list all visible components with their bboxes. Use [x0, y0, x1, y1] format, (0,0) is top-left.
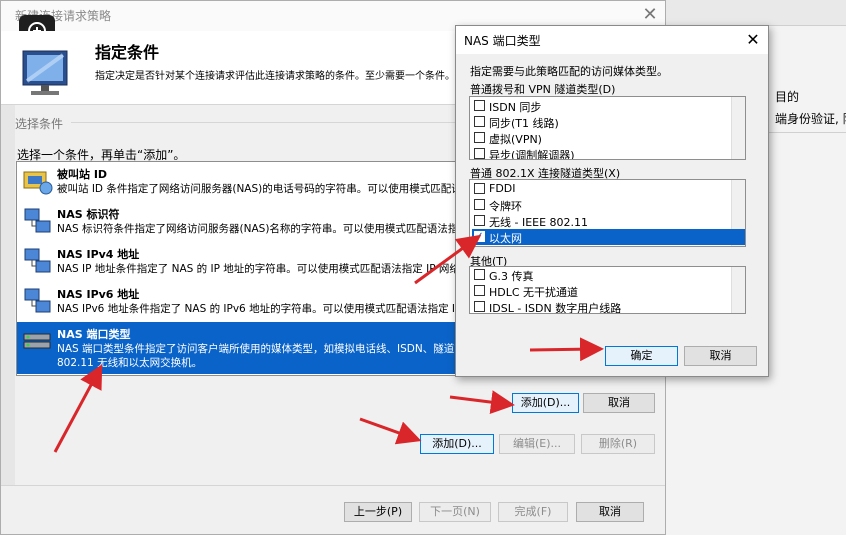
- group-label: 普通拨号和 VPN 隧道类型(D): [470, 83, 616, 96]
- prev-button[interactable]: 上一步(P): [344, 502, 412, 522]
- checkbox-item[interactable]: FDDI: [472, 181, 745, 197]
- background-window-text: 目的: [775, 90, 800, 104]
- checkbox[interactable]: [474, 215, 485, 226]
- cancel-button[interactable]: 取消: [583, 393, 655, 413]
- background-window-titlebar: [665, 0, 846, 26]
- phone-icon: [22, 166, 54, 196]
- next-button[interactable]: 下一页(N): [419, 502, 491, 522]
- checkbox-item[interactable]: 无线 - IEEE 802.11: [472, 213, 745, 229]
- checkbox-item[interactable]: 虚拟(VPN): [472, 130, 745, 146]
- monitor-icon: [15, 45, 79, 101]
- nas-port-type-dialog: NAS 端口类型 ✕ 指定需要与此策略匹配的访问媒体类型。 普通拨号和 VPN …: [455, 25, 769, 377]
- checkbox[interactable]: [474, 269, 485, 280]
- title-bar: NAS 端口类型 ✕: [456, 26, 768, 54]
- section-label: 选择条件: [15, 117, 64, 131]
- sidebar-strip: [1, 105, 15, 485]
- checkbox-item[interactable]: HDLC 无干扰通道: [472, 283, 745, 299]
- condition-title: NAS IPv6 地址: [57, 288, 140, 301]
- background-window-text: 端身份验证, 限: [775, 112, 846, 126]
- condition-description: NAS IPv6 地址条件指定了 NAS 的 IPv6 地址的字符串。可以使用模…: [57, 303, 510, 315]
- checkbox-item[interactable]: ISDN 同步: [472, 98, 745, 114]
- dialog-prompt: 指定需要与此策略匹配的访问媒体类型。: [470, 65, 668, 78]
- condition-title: 被叫站 ID: [57, 168, 108, 181]
- condition-title: NAS 标识符: [57, 208, 120, 221]
- add-condition-button[interactable]: 添加(D)...: [420, 434, 494, 454]
- network-computers-icon: [22, 206, 54, 236]
- checkbox-item[interactable]: G.3 传真: [472, 267, 745, 283]
- network-computers-icon: [22, 246, 54, 276]
- ok-button[interactable]: 确定: [605, 346, 678, 366]
- condition-title: NAS IPv4 地址: [57, 248, 140, 261]
- checkbox-list[interactable]: ISDN 同步 同步(T1 线路) 虚拟(VPN) 异步(调制解调器): [469, 96, 746, 160]
- checkbox[interactable]: [474, 301, 485, 312]
- wizard-cancel-button[interactable]: 取消: [576, 502, 644, 522]
- dialog-title: NAS 端口类型: [464, 34, 541, 48]
- checkbox[interactable]: [474, 132, 485, 143]
- checkbox-list[interactable]: FDDI 令牌环 无线 - IEEE 802.11 ✓ 以太网: [469, 179, 746, 247]
- close-button[interactable]: ✕: [637, 4, 663, 26]
- network-switch-icon: [22, 326, 54, 356]
- checkbox-item[interactable]: 异步(调制解调器): [472, 146, 745, 159]
- network-computers-icon: [22, 286, 54, 316]
- checkmark-icon[interactable]: ✓: [474, 231, 485, 242]
- close-button[interactable]: ✕: [742, 29, 764, 51]
- condition-description: 802.11 无线和以太网交换机。: [57, 357, 203, 369]
- checkbox[interactable]: [474, 183, 485, 194]
- divider: [1, 485, 665, 486]
- page-title: 指定条件: [95, 43, 160, 62]
- checkbox-item[interactable]: IDSL - ISDN 数字用户线路: [472, 299, 745, 313]
- checkbox[interactable]: [474, 148, 485, 159]
- checkbox[interactable]: [474, 116, 485, 127]
- checkbox-list[interactable]: G.3 传真 HDLC 无干扰通道 IDSL - ISDN 数字用户线路: [469, 266, 746, 314]
- checkbox[interactable]: [474, 100, 485, 111]
- checkbox[interactable]: [474, 199, 485, 210]
- add-button[interactable]: 添加(D)...: [512, 393, 579, 413]
- nas-cancel-button[interactable]: 取消: [684, 346, 757, 366]
- remove-button[interactable]: 删除(R): [581, 434, 655, 454]
- condition-title: NAS 端口类型: [57, 328, 131, 341]
- finish-button[interactable]: 完成(F): [498, 502, 568, 522]
- edit-button[interactable]: 编辑(E)...: [499, 434, 575, 454]
- checkbox[interactable]: [474, 285, 485, 296]
- page-description: 指定决定是否针对某个连接请求评估此连接请求策略的条件。至少需要一个条件。: [95, 71, 455, 82]
- checkbox-item[interactable]: 令牌环: [472, 197, 745, 213]
- checkbox-item-selected[interactable]: ✓ 以太网: [472, 229, 745, 245]
- checkbox-item[interactable]: 同步(T1 线路): [472, 114, 745, 130]
- condition-description: NAS IP 地址条件指定了 NAS 的 IP 地址的字符串。可以使用模式匹配语…: [57, 263, 471, 275]
